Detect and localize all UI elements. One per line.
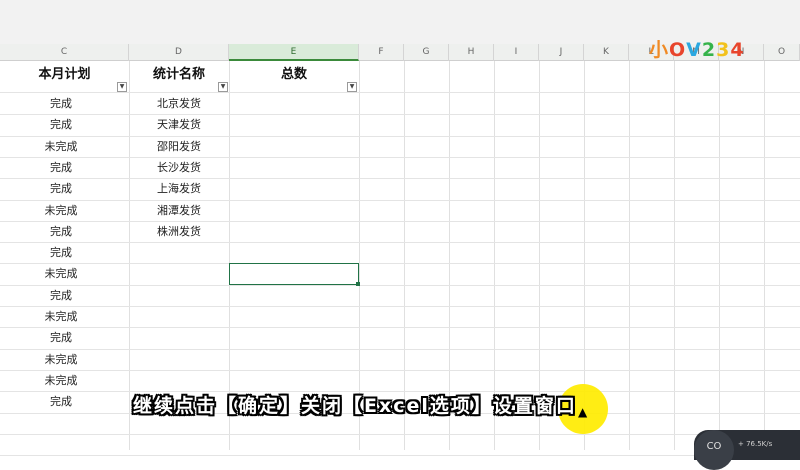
column-header-j[interactable]: J [539,44,584,61]
logo-letter: 小 [649,39,670,61]
logo-letter: V [686,39,702,61]
column-header-h[interactable]: H [449,44,494,61]
plan-cell[interactable]: 完成 [0,178,122,199]
spreadsheet: C D E F G H I J K L M N O 本月计划 统计名称 总数 ▼… [0,0,800,456]
plan-cell[interactable]: 完成 [0,242,122,263]
name-cell[interactable]: 天津发货 [129,114,229,135]
watermark-logo: 小OV234 [649,35,745,62]
mouse-pointer-icon: ▲ [578,405,588,419]
column-header-d[interactable]: D [129,44,229,61]
filter-dropdown-icon[interactable]: ▼ [347,82,357,92]
plan-cell[interactable]: 未完成 [0,136,122,157]
name-cell[interactable]: 长沙发货 [129,157,229,178]
plan-cell[interactable]: 完成 [0,157,122,178]
column-header-e[interactable]: E [229,44,359,61]
column-header-i[interactable]: I [494,44,539,61]
name-cell[interactable]: 株洲发货 [129,221,229,242]
plan-cell[interactable]: 未完成 [0,370,122,391]
logo-letter: 4 [730,39,745,61]
header-cell-name[interactable]: 统计名称 [129,61,229,91]
plan-cell[interactable]: 未完成 [0,349,122,370]
column-header-k[interactable]: K [584,44,629,61]
column-header-c[interactable]: C [0,44,129,61]
plan-cell[interactable]: 完成 [0,327,122,348]
plan-cell[interactable]: 完成 [0,93,122,114]
filter-dropdown-icon[interactable]: ▼ [117,82,127,92]
column-header-o[interactable]: O [764,44,800,61]
selected-cell[interactable] [229,263,359,285]
network-speed: + 76.5K/s [738,440,773,448]
logo-letter: 2 [701,39,717,61]
column-header-g[interactable]: G [404,44,449,61]
grid-row-line [0,455,800,456]
column-header-f[interactable]: F [359,44,404,61]
filter-dropdown-icon[interactable]: ▼ [218,82,228,92]
name-cell[interactable]: 湘潭发货 [129,200,229,221]
logo-letter: 3 [716,39,731,61]
grid-row-line [0,434,800,435]
name-cell[interactable]: 北京发货 [129,93,229,114]
header-cell-plan[interactable]: 本月计划 [0,61,129,91]
plan-cell[interactable]: 完成 [0,114,122,135]
plan-cell[interactable]: 完成 [0,221,122,242]
widget-badge[interactable]: CO [694,430,734,470]
plan-cell[interactable]: 未完成 [0,200,122,221]
subtitle-caption: 继续点击【确定】关闭【Excel选项】设置窗口 [133,395,577,417]
logo-letter: O [669,39,687,61]
name-cell[interactable]: 邵阳发货 [129,136,229,157]
plan-cell[interactable]: 未完成 [0,306,122,327]
plan-cell[interactable]: 完成 [0,285,122,306]
fill-handle[interactable] [356,282,360,286]
plan-cell[interactable]: 未完成 [0,263,122,284]
plan-cell[interactable]: 完成 [0,391,122,412]
header-cell-total[interactable]: 总数 [229,61,359,91]
name-cell[interactable]: 上海发货 [129,178,229,199]
